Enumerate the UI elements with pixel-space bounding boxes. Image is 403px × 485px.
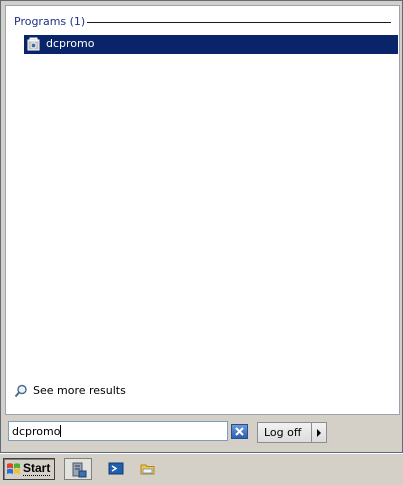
result-item-label: dcpromo <box>46 37 95 50</box>
taskbar: Start <box>0 453 403 485</box>
log-off-label: Log off <box>264 426 302 439</box>
text-caret <box>60 425 62 437</box>
powershell-button[interactable] <box>102 458 130 480</box>
search-input[interactable]: dcpromo <box>8 421 228 441</box>
log-off-button[interactable]: Log off <box>257 422 312 443</box>
group-divider <box>87 22 391 23</box>
windows-explorer-icon <box>140 464 155 475</box>
shutdown-options-button[interactable] <box>312 422 327 443</box>
server-manager-icon <box>72 462 87 478</box>
windows-logo-icon <box>6 461 22 477</box>
start-button[interactable]: Start <box>3 458 55 480</box>
chevron-right-icon <box>317 429 321 437</box>
windows-explorer-button[interactable] <box>134 458 162 480</box>
group-title: Programs (1) <box>14 15 86 28</box>
search-input-value: dcpromo <box>12 425 61 438</box>
magnifier-icon <box>14 384 28 398</box>
see-more-label: See more results <box>33 384 126 397</box>
result-item-dcpromo[interactable]: dcpromo <box>24 35 398 54</box>
start-label: Start <box>23 461 51 476</box>
clear-search-button[interactable] <box>231 424 248 439</box>
server-manager-button[interactable] <box>64 458 92 480</box>
search-results-pane: Programs (1) dcpromo See more results <box>5 5 400 415</box>
powershell-icon <box>108 462 124 475</box>
clear-search-icon <box>235 427 244 436</box>
program-setup-icon <box>27 37 41 51</box>
programs-group-header: Programs (1) <box>14 15 391 29</box>
start-menu: Programs (1) dcpromo See more results dc… <box>0 0 403 453</box>
